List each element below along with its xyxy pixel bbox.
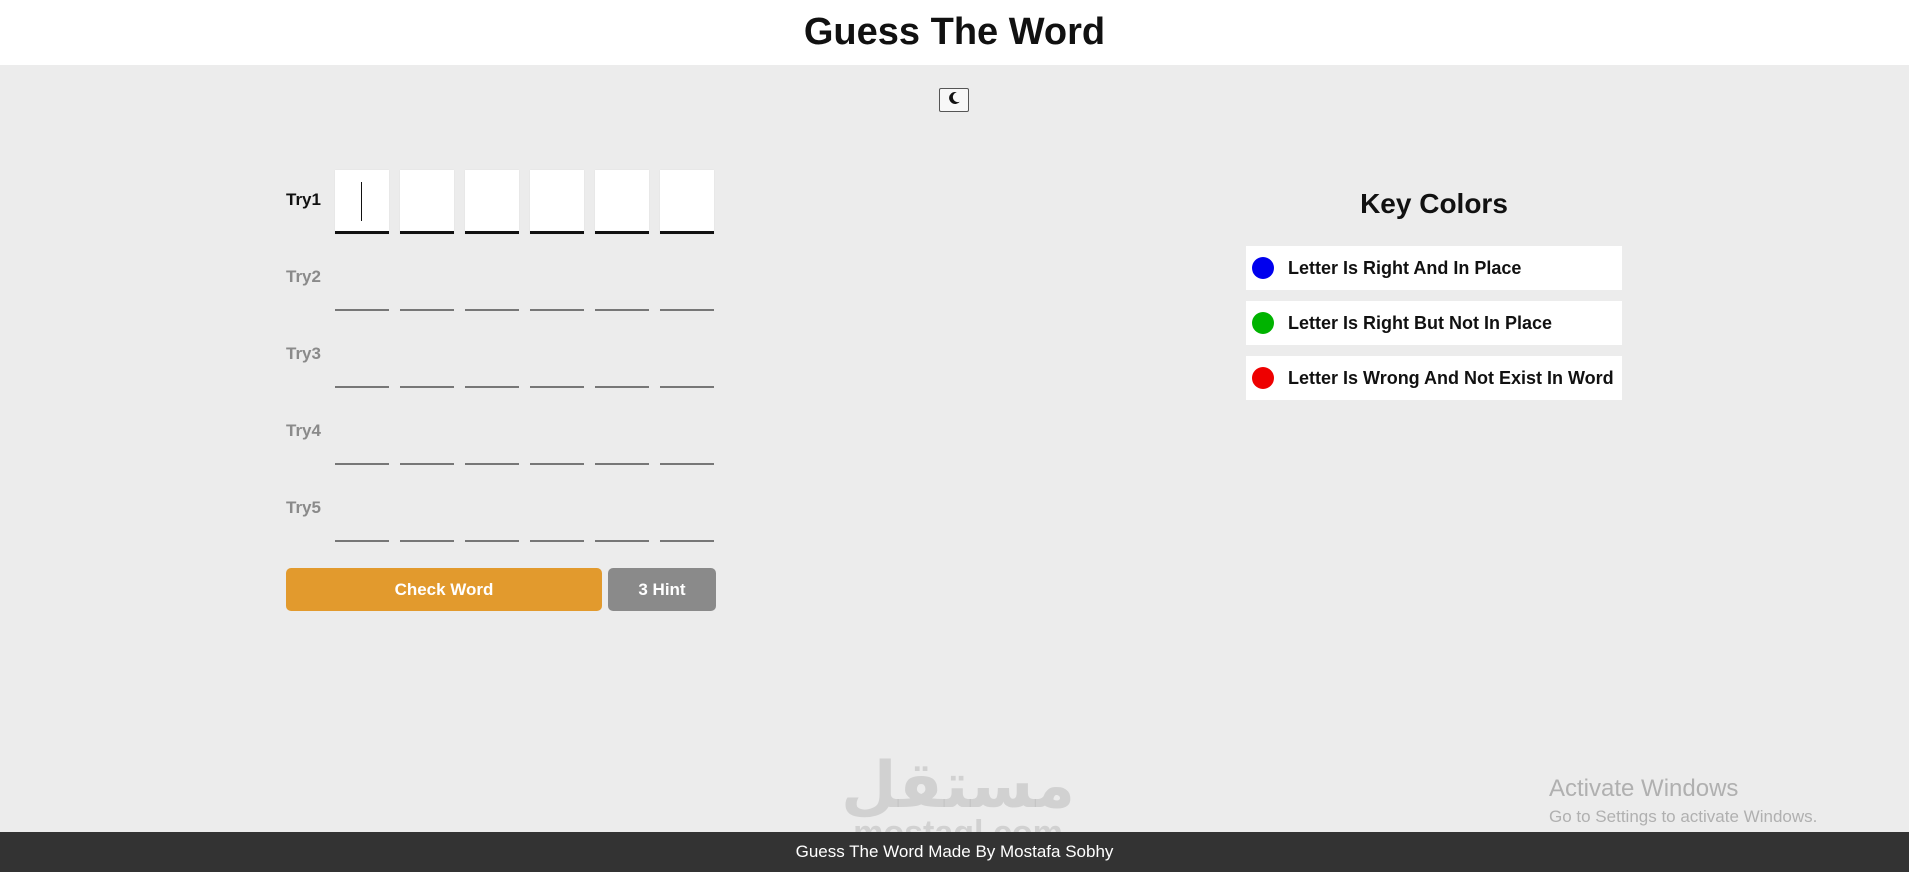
- letter-input: [400, 324, 454, 388]
- letter-input: [595, 324, 649, 388]
- letter-input[interactable]: [660, 170, 714, 234]
- windows-activation-subtitle: Go to Settings to activate Windows.: [1549, 807, 1818, 826]
- letter-input: [400, 401, 454, 465]
- try-row-3: Try3: [286, 324, 716, 389]
- letter-input: [465, 324, 519, 388]
- blue-dot-icon: [1252, 257, 1274, 279]
- letter-input: [530, 401, 584, 465]
- check-word-button[interactable]: Check Word: [286, 568, 602, 611]
- letter-input: [465, 247, 519, 311]
- letter-input: [335, 478, 389, 542]
- letter-input: [595, 247, 649, 311]
- letter-input: [660, 324, 714, 388]
- letter-input: [465, 401, 519, 465]
- letter-input[interactable]: [400, 170, 454, 234]
- letter-input: [595, 401, 649, 465]
- letter-input: [595, 478, 649, 542]
- letter-input: [530, 324, 584, 388]
- letter-input[interactable]: [465, 170, 519, 234]
- green-dot-icon: [1252, 312, 1274, 334]
- letter-input[interactable]: [595, 170, 649, 234]
- letter-input: [530, 478, 584, 542]
- moon-icon: [947, 91, 961, 110]
- letter-input[interactable]: [530, 170, 584, 234]
- key-colors-title: Key Colors: [1360, 188, 1508, 219]
- try-row-2: Try2: [286, 247, 716, 312]
- red-dot-icon: [1252, 367, 1274, 389]
- letter-input: [335, 401, 389, 465]
- try-label: Try5: [286, 498, 321, 517]
- try-label: Try2: [286, 267, 321, 286]
- letter-input: [400, 478, 454, 542]
- letter-input[interactable]: [335, 170, 389, 234]
- text-cursor: [361, 182, 362, 221]
- try-label: Try1: [286, 190, 321, 209]
- letter-input: [660, 478, 714, 542]
- letter-input: [660, 401, 714, 465]
- key-color-item-right-place: Letter Is Right And In Place: [1246, 246, 1622, 290]
- try-label: Try4: [286, 421, 321, 440]
- game-actions: Check Word 3 Hint: [286, 568, 716, 611]
- footer-text: Guess The Word Made By Mostafa Sobhy: [795, 842, 1114, 861]
- letter-input: [335, 324, 389, 388]
- letter-input: [335, 247, 389, 311]
- try-label: Try3: [286, 344, 321, 363]
- try-row-1: Try1: [286, 170, 716, 235]
- key-color-item-wrong-place: Letter Is Right But Not In Place: [1246, 301, 1622, 345]
- letter-input: [400, 247, 454, 311]
- hint-button[interactable]: 3 Hint: [608, 568, 716, 611]
- key-color-label: Letter Is Wrong And Not Exist In Word: [1288, 367, 1614, 388]
- page-title: Guess The Word: [803, 11, 1106, 53]
- key-color-item-not-in-word: Letter Is Wrong And Not Exist In Word: [1246, 356, 1622, 400]
- key-color-label: Letter Is Right But Not In Place: [1288, 312, 1553, 333]
- windows-activation-title: Activate Windows: [1549, 775, 1739, 802]
- theme-toggle-button[interactable]: [939, 88, 969, 112]
- try-row-5: Try5: [286, 478, 716, 543]
- key-color-label: Letter Is Right And In Place: [1288, 257, 1522, 278]
- letter-input: [530, 247, 584, 311]
- page-footer: Guess The Word Made By Mostafa Sobhy: [0, 832, 1909, 872]
- letter-input: [465, 478, 519, 542]
- letter-input: [660, 247, 714, 311]
- try-row-4: Try4: [286, 401, 716, 466]
- page-header: Guess The Word: [0, 0, 1909, 65]
- windows-activation-overlay: Activate Windows Go to Settings to activ…: [1549, 775, 1817, 827]
